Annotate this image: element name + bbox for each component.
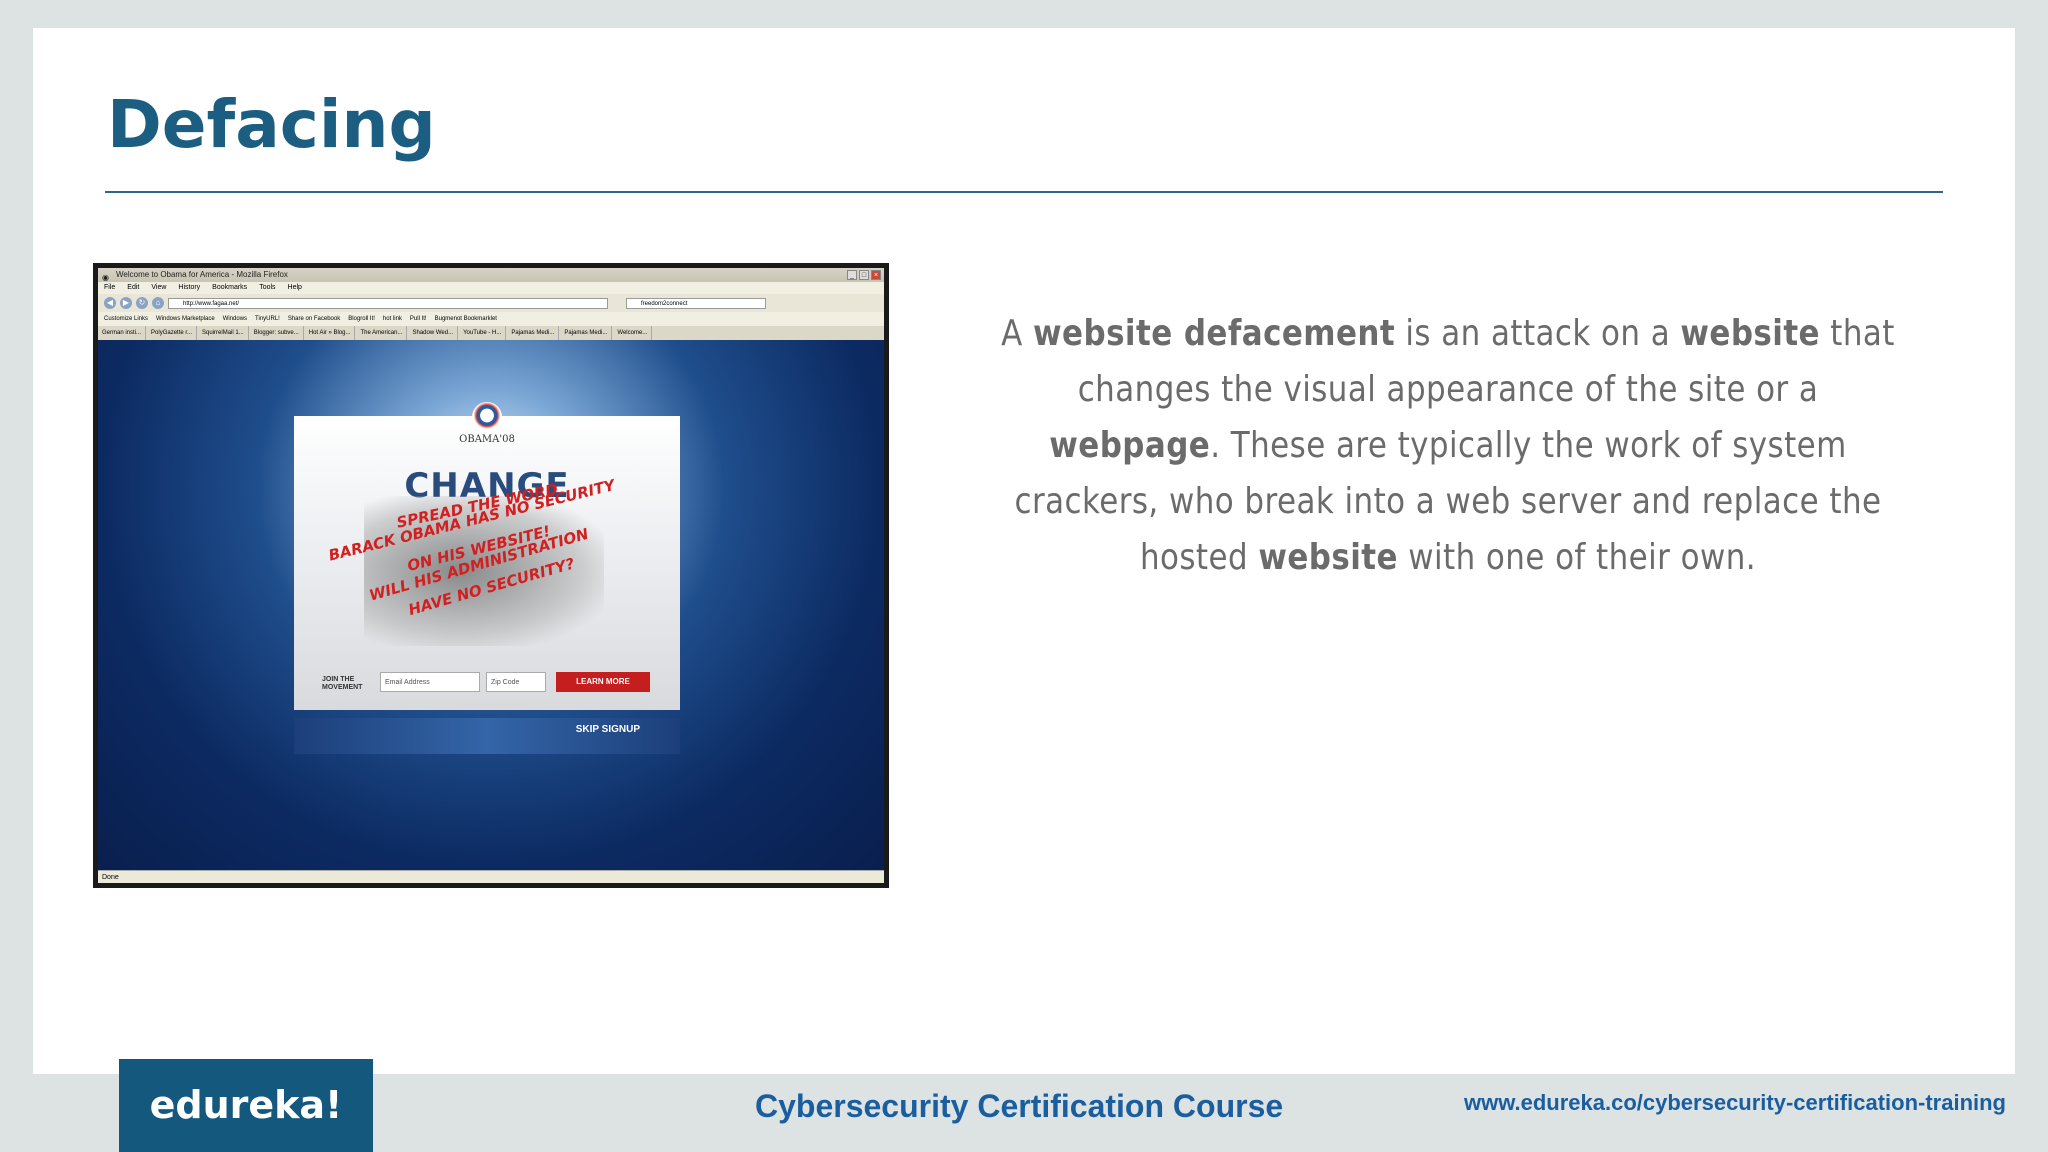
menu-history[interactable]: History [178,282,200,294]
browser-window: ◉ Welcome to Obama for America - Mozilla… [98,268,884,883]
title-divider [105,191,1943,193]
bookmark-item[interactable]: Windows [223,312,247,326]
body-run-bold: webpage [1049,425,1211,466]
signup-card: OBAMA'08 CHANGE SPREAD THE WORD BARACK O… [294,402,680,710]
menu-tools[interactable]: Tools [259,282,275,294]
reload-icon[interactable]: ↻ [136,297,148,309]
browser-tab-active[interactable]: Welcome... [617,326,653,340]
bookmark-item[interactable]: Bugmenot Bookmarklet [435,312,497,326]
bookmark-item[interactable]: TinyURL! [255,312,280,326]
window-title: Welcome to Obama for America - Mozilla F… [116,270,288,279]
browser-menubar: File Edit View History Bookmarks Tools H… [98,282,884,294]
edureka-logo: edureka! [119,1059,373,1152]
menu-file[interactable]: File [104,282,115,294]
campaign-logo-icon [472,402,502,432]
body-run: with one of their own. [1397,537,1757,578]
menu-view[interactable]: View [151,282,166,294]
bookmark-item[interactable]: hot link [383,312,402,326]
slide-title: Defacing [107,86,436,163]
back-icon[interactable]: ◀ [104,297,116,309]
campaign-logo-text: OBAMA'08 [459,434,515,445]
minimize-icon[interactable]: _ [847,270,857,280]
browser-tab[interactable]: Pajamas Medi... [511,326,560,340]
menu-help[interactable]: Help [288,282,302,294]
course-url[interactable]: www.edureka.co/cybersecurity-certificati… [1464,1090,2006,1116]
bookmark-item[interactable]: Share on Facebook [288,312,340,326]
search-box[interactable]: freedom2connect [626,297,766,309]
bookmarks-bar: Customize Links Windows Marketplace Wind… [98,312,884,326]
email-field[interactable]: Email Address [380,672,480,692]
page-viewport: OBAMA'08 CHANGE SPREAD THE WORD BARACK O… [98,340,884,870]
bookmark-item[interactable]: Pull It! [410,312,427,326]
menu-bookmarks[interactable]: Bookmarks [212,282,247,294]
bookmark-item[interactable]: Windows Marketplace [156,312,215,326]
join-label: JOIN THE MOVEMENT [322,676,363,691]
defaced-site-screenshot: ◉ Welcome to Obama for America - Mozilla… [93,263,889,888]
browser-statusbar: Done [98,870,884,883]
defacement-graffiti: SPREAD THE WORD BARACK OBAMA HAS NO SECU… [324,476,654,619]
browser-tab[interactable]: The American... [360,326,408,340]
close-icon[interactable]: × [871,270,881,280]
course-title: Cybersecurity Certification Course [755,1088,1284,1124]
browser-tab[interactable]: SquirrelMail 1... [202,326,249,340]
maximize-icon[interactable]: □ [859,270,869,280]
browser-tab[interactable]: Pajamas Medi... [564,326,613,340]
browser-tabs: German insti... PolyGazette r... Squirre… [98,326,884,340]
url-bar[interactable]: http://www.fagaa.net/ [168,297,608,309]
browser-titlebar: ◉ Welcome to Obama for America - Mozilla… [98,268,884,282]
body-run: A [1001,313,1034,354]
browser-tab[interactable]: PolyGazette r... [151,326,198,340]
learn-more-button[interactable]: LEARN MORE [556,672,650,692]
bookmark-item[interactable]: Customize Links [104,312,148,326]
home-icon[interactable]: ⌂ [152,297,164,309]
browser-navbar: ◀ ▶ ↻ ⌂ http://www.fagaa.net/ freedom2co… [98,294,884,312]
menu-edit[interactable]: Edit [127,282,139,294]
skip-signup-link[interactable]: SKIP SIGNUP [576,724,640,735]
body-run: is an attack on a [1395,313,1681,354]
body-run-bold: website [1680,313,1820,354]
zip-field[interactable]: Zip Code [486,672,546,692]
forward-icon[interactable]: ▶ [120,297,132,309]
browser-tab[interactable]: German insti... [102,326,147,340]
body-run-bold: website defacement [1033,313,1396,354]
browser-tab[interactable]: YouTube - H... [463,326,507,340]
skip-bar: SKIP SIGNUP [294,718,680,754]
bookmark-item[interactable]: Blogroll It! [348,312,375,326]
browser-tab[interactable]: Blogger: subve... [254,326,304,340]
window-controls: _ □ × [847,270,881,280]
body-run-bold: website [1258,537,1398,578]
browser-tab[interactable]: Hot Air » Blog... [309,326,356,340]
browser-tab[interactable]: Shadow Wed... [412,326,459,340]
definition-paragraph: A website defacement is an attack on a w… [1001,306,1895,586]
